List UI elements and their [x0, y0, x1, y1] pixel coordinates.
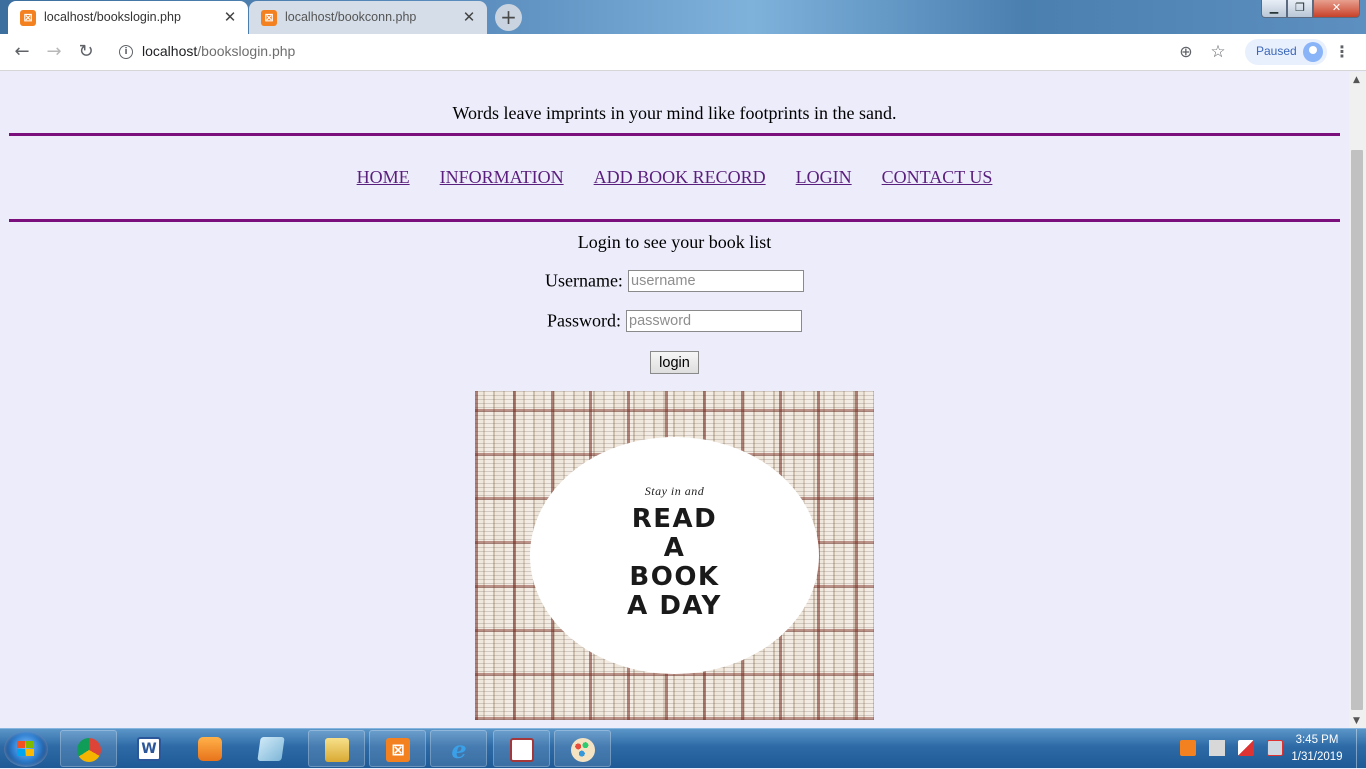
poster-oval: Stay in and READ A BOOK A DAY [530, 437, 819, 674]
clock-date: 1/31/2019 [1291, 751, 1343, 763]
nav-home-link[interactable]: HOME [357, 167, 410, 188]
xampp-tray-icon[interactable] [1180, 739, 1196, 756]
poster-line: A [663, 533, 686, 563]
taskbar-notes[interactable] [243, 730, 300, 767]
poster-subtitle: Stay in and [644, 484, 705, 498]
tab-title: localhost/bookconn.php [285, 10, 417, 24]
tab-close-icon[interactable]: ✕ [222, 8, 238, 26]
browser-toolbar: ← → ↻ i localhost/bookslogin.php ⊕ ☆ Pau… [0, 34, 1366, 71]
login-button[interactable]: login [650, 351, 699, 374]
close-window-button[interactable]: ✕ [1313, 0, 1360, 18]
taskbar-xampp[interactable]: ⊠ [369, 730, 426, 767]
url-path: /bookslogin.php [197, 43, 296, 59]
address-bar[interactable]: localhost/bookslogin.php [142, 43, 295, 59]
xampp-favicon-icon: ⊠ [261, 10, 277, 26]
clock-time: 3:45 PM [1295, 734, 1339, 746]
tab-bookconn[interactable]: ⊠ localhost/bookconn.php ✕ [249, 1, 487, 34]
divider [9, 133, 1340, 136]
zoom-icon[interactable]: ⊕ [1174, 40, 1198, 64]
start-button[interactable] [4, 731, 48, 767]
profile-button[interactable]: Paused [1245, 39, 1327, 65]
poster-headline: READ A BOOK A DAY [530, 505, 819, 621]
internet-explorer-icon: e [451, 735, 467, 764]
page-content: Words leave imprints in your mind like f… [0, 72, 1349, 728]
windows-taskbar: W ⊠ e 3:45 PM 1/31/2019 [0, 728, 1366, 769]
taskbar-internet-explorer[interactable]: e [430, 730, 487, 767]
minimize-button[interactable]: ▁ [1261, 0, 1287, 18]
avatar-icon [1303, 42, 1323, 62]
word-icon: W [137, 737, 161, 761]
poster-line: A DAY [627, 591, 722, 621]
username-input[interactable] [628, 270, 805, 292]
poster-line: BOOK [629, 562, 720, 592]
vertical-scrollbar[interactable]: ▲ ▼ [1349, 72, 1366, 728]
volume-icon[interactable] [1209, 739, 1226, 756]
username-row: Username: [0, 270, 1349, 292]
taskbar-paint[interactable] [554, 730, 611, 767]
divider [9, 219, 1340, 222]
maximize-button[interactable]: ❐ [1287, 0, 1313, 18]
bookmark-star-icon[interactable]: ☆ [1206, 40, 1230, 64]
forward-arrow-icon[interactable]: → [42, 40, 66, 64]
nav-add-book-record-link[interactable]: ADD BOOK RECORD [594, 167, 766, 188]
scrollbar-thumb[interactable] [1351, 150, 1363, 710]
login-heading: Login to see your book list [577, 232, 772, 252]
taskbar-chrome[interactable] [60, 730, 117, 767]
menu-dots-icon[interactable]: ⋮ [1334, 40, 1350, 64]
folder-icon [325, 738, 349, 762]
read-a-book-poster-image: Stay in and READ A BOOK A DAY [475, 391, 874, 720]
paint-icon [571, 738, 595, 762]
tab-close-icon[interactable]: ✕ [461, 8, 477, 26]
plus-icon: + [500, 5, 517, 29]
notes-icon [257, 737, 285, 761]
scroll-up-arrow-icon[interactable]: ▲ [1353, 75, 1360, 85]
tab-title: localhost/bookslogin.php [44, 10, 181, 24]
minimize-icon: ▁ [1269, 1, 1279, 14]
scroll-down-arrow-icon[interactable]: ▼ [1353, 716, 1360, 726]
username-label: Username: [544, 270, 623, 291]
password-row: Password: [0, 310, 1349, 332]
taskbar-media-player[interactable] [182, 730, 239, 767]
password-label: Password: [546, 310, 621, 331]
tab-bookslogin[interactable]: ⊠ localhost/bookslogin.php ✕ [8, 1, 248, 34]
chrome-icon [77, 738, 101, 762]
restore-icon: ❐ [1295, 1, 1305, 14]
taskbar-file-explorer[interactable] [308, 730, 365, 767]
site-info-icon[interactable]: i [119, 45, 133, 59]
poster-line: READ [631, 504, 718, 534]
page-quote: Words leave imprints in your mind like f… [452, 103, 897, 123]
profile-status: Paused [1256, 44, 1297, 58]
close-icon: ✕ [1331, 1, 1342, 14]
access-icon [510, 738, 534, 762]
nav-login-link[interactable]: LOGIN [796, 167, 852, 188]
xampp-icon: ⊠ [386, 738, 410, 762]
new-tab-button[interactable]: + [495, 4, 522, 31]
media-player-icon [198, 737, 222, 761]
nav-information-link[interactable]: INFORMATION [440, 167, 564, 188]
taskbar-clock[interactable]: 3:45 PM 1/31/2019 [1278, 732, 1356, 766]
xampp-favicon-icon: ⊠ [20, 10, 36, 26]
show-desktop-button[interactable] [1356, 729, 1366, 769]
password-input[interactable] [626, 310, 803, 332]
reload-icon[interactable]: ↻ [74, 40, 98, 64]
system-tray [1180, 737, 1291, 756]
main-nav: HOME INFORMATION ADD BOOK RECORD LOGIN CONTA… [0, 167, 1349, 188]
browser-tabstrip: ⊠ localhost/bookslogin.php ✕ ⊠ localhost… [0, 0, 1366, 34]
url-host: localhost [142, 43, 198, 59]
windows-logo-icon [17, 741, 35, 757]
taskbar-access[interactable] [493, 730, 550, 767]
taskbar-word[interactable]: W [121, 730, 178, 767]
back-arrow-icon[interactable]: ← [10, 40, 34, 64]
nav-contact-us-link[interactable]: CONTACT US [882, 167, 993, 188]
action-center-flag-icon[interactable] [1238, 739, 1255, 756]
